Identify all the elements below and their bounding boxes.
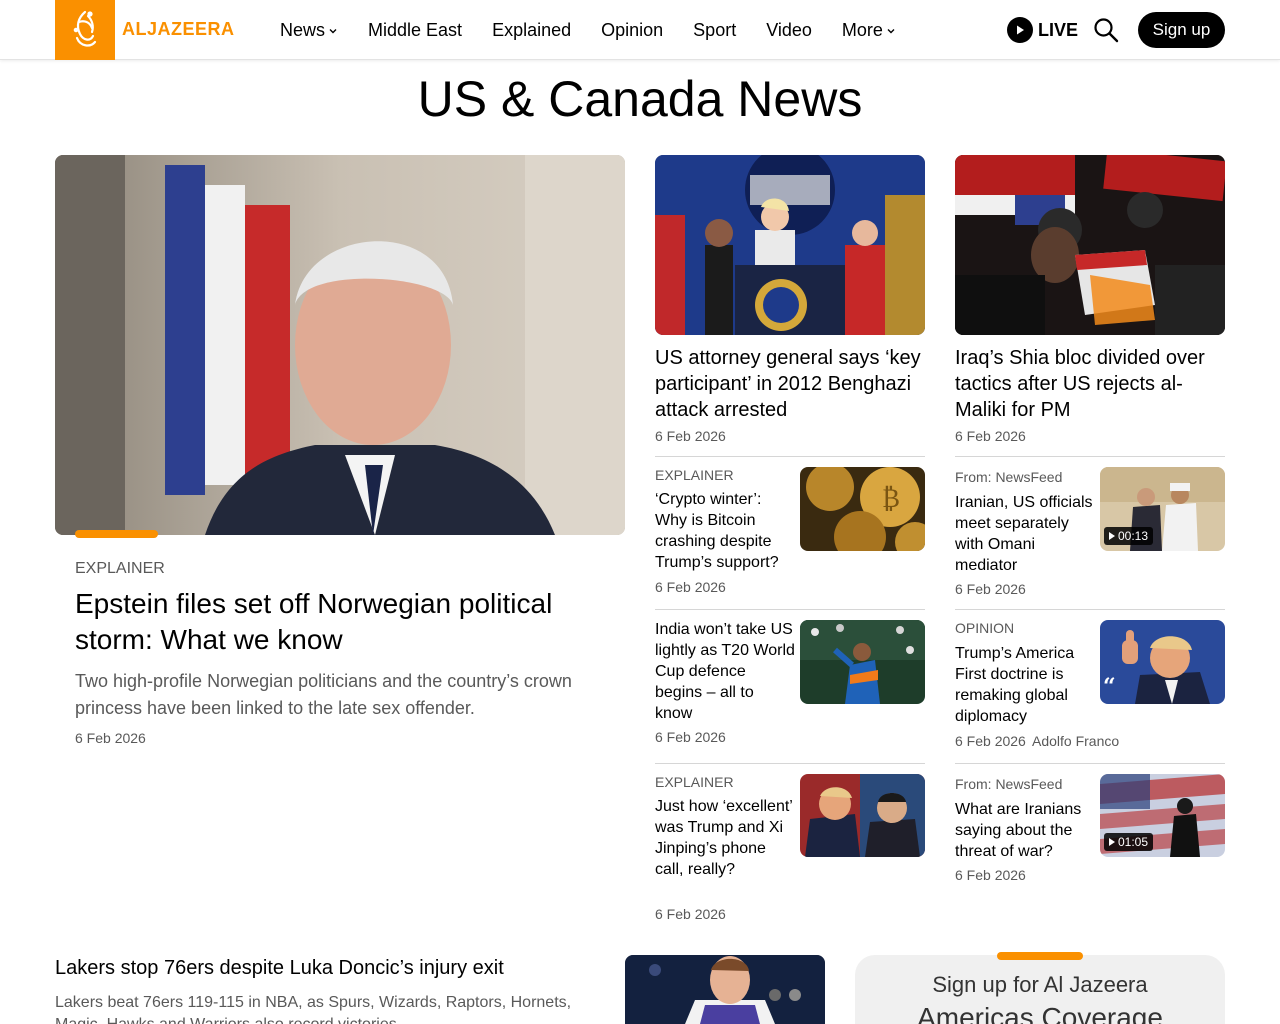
site-header: ALJAZEERA News Middle East Explained Opi… (0, 0, 1280, 60)
list-item-tag: From: NewsFeed (955, 776, 1063, 792)
cricket-thumbnail[interactable] (800, 620, 925, 704)
bottom-article-image[interactable] (625, 955, 825, 1024)
logo-text[interactable]: ALJAZEERA (122, 19, 235, 40)
feature-title[interactable]: Epstein files set off Norwegian politica… (75, 586, 595, 658)
nav-sport[interactable]: Sport (693, 20, 736, 41)
feature-date: 6 Feb 2026 (75, 730, 146, 746)
nav-explained[interactable]: Explained (492, 20, 571, 41)
aljazeera-logo-icon (73, 10, 97, 47)
list-item-title[interactable]: Just how ‘excellent’ was Trump and Xi Ji… (655, 796, 795, 880)
logo-icon[interactable] (55, 0, 115, 60)
list-item-tag: OPINION (955, 620, 1015, 636)
main-nav: News Middle East Explained Opinion Sport… (280, 0, 926, 60)
nav-news-label: News (280, 19, 326, 40)
opinion-quote-icon: “ (1103, 674, 1116, 700)
nav-opinion-label: Opinion (601, 19, 664, 40)
live-label: LIVE (1038, 19, 1079, 40)
list-item-date: 6 Feb 2026 (655, 579, 726, 595)
video-duration: 01:05 (1118, 835, 1149, 849)
list-item-date: 6 Feb 2026 (955, 867, 1026, 883)
list-item-author[interactable]: Adolfo Franco (1032, 733, 1119, 749)
col1-top-image[interactable] (655, 155, 925, 335)
list-item-date: 6 Feb 2026 (655, 729, 726, 745)
newsletter-accent-bar (997, 952, 1083, 960)
divider (955, 763, 1225, 764)
col2-top-title[interactable]: Iraq’s Shia bloc divided over tactics af… (955, 345, 1225, 423)
newsletter-heading: Sign up for Al Jazeera (932, 972, 1148, 997)
list-item-title[interactable]: ‘Crypto winter’: Why is Bitcoin crashing… (655, 489, 795, 573)
trump-xi-thumbnail[interactable] (800, 774, 925, 857)
video-duration-badge: 00:13 (1104, 527, 1154, 545)
divider (955, 609, 1225, 610)
bottom-article-description: Lakers beat 76ers 119-115 in NBA, as Spu… (55, 994, 572, 1024)
col1-top-date: 6 Feb 2026 (655, 428, 726, 444)
divider (955, 456, 1225, 457)
divider (655, 763, 925, 764)
nav-middle-east-label: Middle East (368, 19, 463, 40)
feature-accent-bar (75, 530, 158, 538)
video-thumbnail[interactable]: 01:05 (1100, 774, 1225, 857)
video-duration: 00:13 (1118, 529, 1149, 543)
page-title: US & Canada News (417, 71, 863, 127)
col2-top-date: 6 Feb 2026 (955, 428, 1026, 444)
play-icon (1007, 17, 1033, 43)
chevron-down-icon (329, 29, 337, 34)
col2-top-image[interactable] (955, 155, 1225, 335)
nav-more[interactable]: More (842, 20, 896, 41)
nav-more-label: More (841, 19, 883, 40)
list-item-date: 6 Feb 2026 (955, 733, 1026, 749)
live-button[interactable]: LIVE (1007, 17, 1078, 43)
play-icon (1109, 838, 1115, 846)
col1-top-title[interactable]: US attorney general says ‘key participan… (655, 345, 925, 423)
feature-tag: EXPLAINER (75, 560, 165, 577)
divider (655, 456, 925, 457)
list-item-title[interactable]: Trump’s America First doctrine is remaki… (955, 643, 1095, 727)
svg-text:₿: ₿ (882, 484, 900, 514)
list-item-title[interactable]: India won’t take US lightly as T20 World… (655, 619, 795, 724)
divider (655, 609, 925, 610)
bitcoin-thumbnail[interactable]: ₿ (800, 467, 925, 551)
list-item-date: 6 Feb 2026 (655, 906, 726, 922)
video-duration-badge: 01:05 (1104, 833, 1154, 851)
nav-middle-east[interactable]: Middle East (368, 20, 462, 41)
list-item-title[interactable]: Iranian, US officials meet separately wi… (955, 492, 1095, 576)
nav-video-label: Video (766, 19, 812, 40)
newsletter-subheading: Americas Coverage (917, 1002, 1163, 1024)
nav-opinion[interactable]: Opinion (601, 20, 663, 41)
chevron-down-icon (887, 29, 895, 34)
list-item-tag: From: NewsFeed (955, 469, 1063, 485)
feature-description: Two high-profile Norwegian politicians a… (75, 671, 572, 718)
list-item-date: 6 Feb 2026 (955, 581, 1026, 597)
play-icon (1109, 532, 1115, 540)
nav-news[interactable]: News (280, 20, 338, 41)
list-item-tag: EXPLAINER (655, 774, 734, 790)
bottom-article-title[interactable]: Lakers stop 76ers despite Luka Doncic’s … (55, 957, 504, 980)
nav-explained-label: Explained (492, 19, 572, 40)
feature-image[interactable] (55, 155, 625, 535)
search-icon[interactable] (1093, 17, 1119, 43)
list-item-tag: EXPLAINER (655, 467, 734, 483)
nav-video[interactable]: Video (766, 20, 812, 41)
video-thumbnail[interactable]: 00:13 (1100, 467, 1225, 551)
list-item-title[interactable]: What are Iranians saying about the threa… (955, 799, 1095, 862)
opinion-thumbnail[interactable]: “ (1100, 620, 1225, 704)
signup-button[interactable]: Sign up (1138, 12, 1225, 48)
nav-sport-label: Sport (693, 19, 737, 40)
